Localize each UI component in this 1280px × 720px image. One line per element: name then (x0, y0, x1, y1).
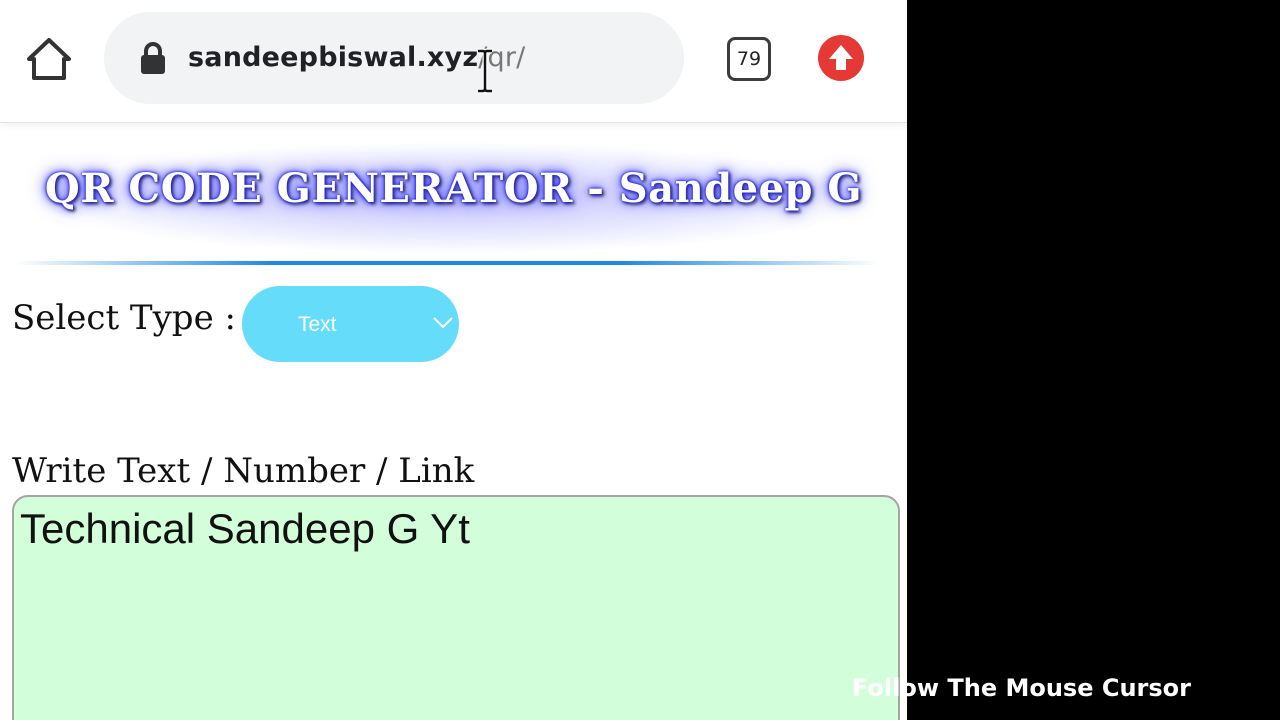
title-divider (14, 261, 880, 265)
address-bar[interactable]: sandeepbiswal.xyz/qr/ (104, 12, 684, 104)
title-banner: QR CODE GENERATOR - Sandeep G (0, 125, 907, 265)
text-cursor-icon (474, 48, 496, 94)
lock-icon (138, 41, 168, 75)
page-title: QR CODE GENERATOR - Sandeep G (44, 165, 863, 212)
home-button[interactable] (24, 36, 74, 82)
browser-toolbar: sandeepbiswal.xyz/qr/ 79 (0, 0, 907, 123)
upload-arrow-icon (829, 45, 853, 70)
type-select[interactable]: Text (242, 286, 459, 362)
chevron-down-icon (433, 317, 453, 329)
phone-screen: sandeepbiswal.xyz/qr/ 79 QR CODE GENERAT… (0, 0, 907, 720)
update-button[interactable] (818, 35, 864, 81)
type-select-value: Text (298, 313, 337, 336)
text-input-value: Technical Sandeep G Yt (20, 505, 470, 552)
text-input-area[interactable]: Technical Sandeep G Yt (12, 495, 900, 720)
select-type-label: Select Type : (12, 298, 236, 338)
url-domain: sandeepbiswal.xyz (188, 42, 479, 73)
tabs-button[interactable]: 79 (727, 37, 771, 81)
text-input-label: Write Text / Number / Link (12, 451, 475, 491)
video-caption: Follow The Mouse Cursor (852, 674, 1191, 702)
home-icon (27, 38, 71, 80)
